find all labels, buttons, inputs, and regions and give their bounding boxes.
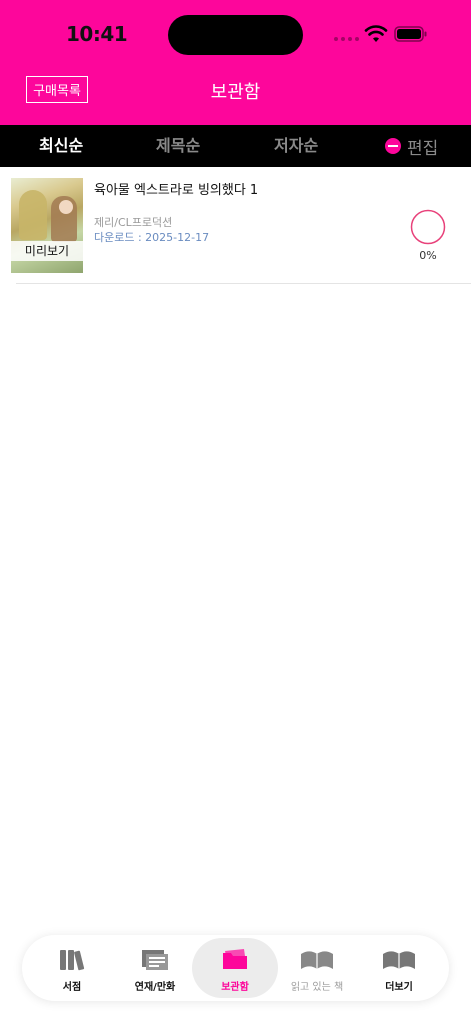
tab-storage[interactable]: 보관함 — [192, 935, 278, 1001]
tab-bookstore[interactable]: 서점 — [29, 935, 115, 1001]
reading-progress-text: 0% — [419, 249, 437, 262]
battery-icon — [394, 26, 427, 42]
status-time: 10:41 — [66, 22, 128, 46]
tab-label: 서점 — [62, 982, 82, 993]
open-book-icon — [301, 951, 333, 969]
bottom-tab-bar: 서점 연재/만화 보관함 읽고 있는 책 더보기 — [22, 935, 449, 1001]
tab-serial[interactable]: 연재/만화 — [112, 935, 198, 1001]
book-author: 제리/CL프로덕션 — [94, 216, 173, 229]
list-divider — [16, 283, 471, 284]
wifi-icon — [364, 25, 388, 42]
tab-label: 더보기 — [385, 982, 413, 993]
tab-more[interactable]: 더보기 — [356, 935, 442, 1001]
sort-tab-author[interactable]: 저자순 — [274, 125, 318, 167]
tab-label: 연재/만화 — [134, 982, 176, 993]
more-book-icon — [383, 951, 415, 969]
sort-bar: 최신순 제목순 저자순 편집 — [0, 125, 471, 167]
book-cover[interactable]: 미리보기 — [11, 178, 83, 273]
books-icon — [60, 950, 85, 971]
book-list-item[interactable]: 미리보기 육아물 엑스트라로 빙의했다 1 제리/CL프로덕션 다운로드 : 2… — [0, 167, 471, 284]
sort-tab-title[interactable]: 제목순 — [156, 125, 200, 167]
reading-progress-ring — [410, 209, 446, 245]
tab-label: 보관함 — [221, 982, 249, 993]
edit-label: 편집 — [407, 138, 439, 159]
dynamic-island — [168, 15, 303, 55]
signal-icon — [334, 37, 359, 41]
minus-circle-icon — [385, 138, 401, 154]
cover-art — [19, 190, 47, 240]
sort-tab-latest[interactable]: 최신순 — [39, 125, 83, 167]
edit-button[interactable]: 편집 — [385, 125, 438, 167]
preview-button[interactable]: 미리보기 — [11, 241, 83, 261]
serial-icon — [142, 950, 168, 970]
page-title: 보관함 — [210, 82, 261, 103]
cover-art-face — [59, 200, 73, 214]
storage-folder-icon — [223, 949, 247, 969]
app-header: 10:41 구매목록 보관함 — [0, 0, 471, 125]
book-title: 육아물 엑스트라로 빙의했다 1 — [94, 183, 259, 198]
tab-label: 읽고 있는 책 — [290, 982, 344, 993]
book-download-date: 다운로드 : 2025-12-17 — [94, 231, 210, 244]
tab-reading[interactable]: 읽고 있는 책 — [274, 935, 360, 1001]
